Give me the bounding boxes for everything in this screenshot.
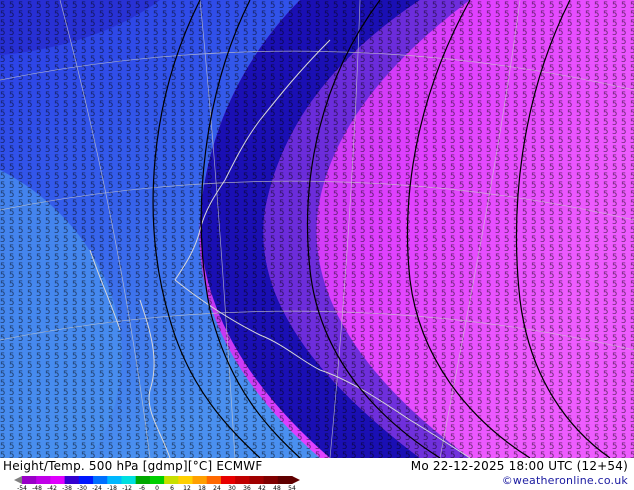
legend-left-arrow (14, 476, 22, 484)
legend-tick-label: 18 (198, 485, 206, 490)
legend-swatch (235, 476, 250, 484)
legend-tick-label: -30 (77, 485, 87, 490)
legend-tick-label: -18 (107, 485, 117, 490)
legend-swatch (78, 476, 94, 484)
contour-label-texture (0, 0, 634, 458)
legend-tick-label: 48 (273, 485, 281, 490)
legend-swatch (93, 476, 108, 484)
legend-tick-label: 30 (228, 485, 236, 490)
map-footer: Height/Temp. 500 hPa [gdmp][°C] ECMWF Mo… (0, 458, 634, 490)
legend-swatch (263, 476, 279, 484)
legend-swatch (135, 476, 151, 484)
legend-tick-label: 36 (243, 485, 251, 490)
legend-swatch (178, 476, 194, 484)
legend-right-arrow (292, 476, 300, 484)
legend-swatch (164, 476, 179, 484)
legend-tick-label: 42 (258, 485, 266, 490)
legend-swatch (107, 476, 122, 484)
legend-swatch (249, 476, 265, 484)
legend-tick-label: -38 (62, 485, 72, 490)
color-legend: -54 -48 -42 -38 -30 -24 -18 -12 -6 0 6 12 18 24 30 36 42… (14, 476, 300, 490)
valid-time: Mo 22-12-2025 18:00 UTC (12+54) (410, 459, 628, 473)
credit-link[interactable]: ©weatheronline.co.uk (502, 474, 628, 487)
legend-tick-label: -42 (47, 485, 57, 490)
temperature-field: 5 (0, 0, 634, 458)
legend-swatch (50, 476, 66, 484)
legend-swatch (22, 476, 37, 484)
legend-tick-label: 0 (155, 485, 159, 490)
legend-tick-label: -12 (122, 485, 132, 490)
legend-swatch (121, 476, 137, 484)
legend-swatch (64, 476, 80, 484)
legend-swatch (206, 476, 222, 484)
legend-tick-label: -54 (17, 485, 27, 490)
legend-tick-label: 54 (288, 485, 296, 490)
legend-swatch (220, 476, 236, 484)
legend-tick-label: 6 (170, 485, 174, 490)
legend-swatch (277, 476, 293, 484)
legend-tick-label: 12 (183, 485, 191, 490)
legend-tick-label: -24 (92, 485, 102, 490)
legend-swatch (149, 476, 165, 484)
legend-swatch (192, 476, 208, 484)
legend-tick-label: 24 (213, 485, 221, 490)
legend-tick-label: -48 (32, 485, 42, 490)
legend-tick-label: -6 (139, 485, 145, 490)
map-title: Height/Temp. 500 hPa [gdmp][°C] ECMWF (3, 459, 263, 473)
weather-map: 5 (0, 0, 634, 458)
legend-swatch (36, 476, 51, 484)
